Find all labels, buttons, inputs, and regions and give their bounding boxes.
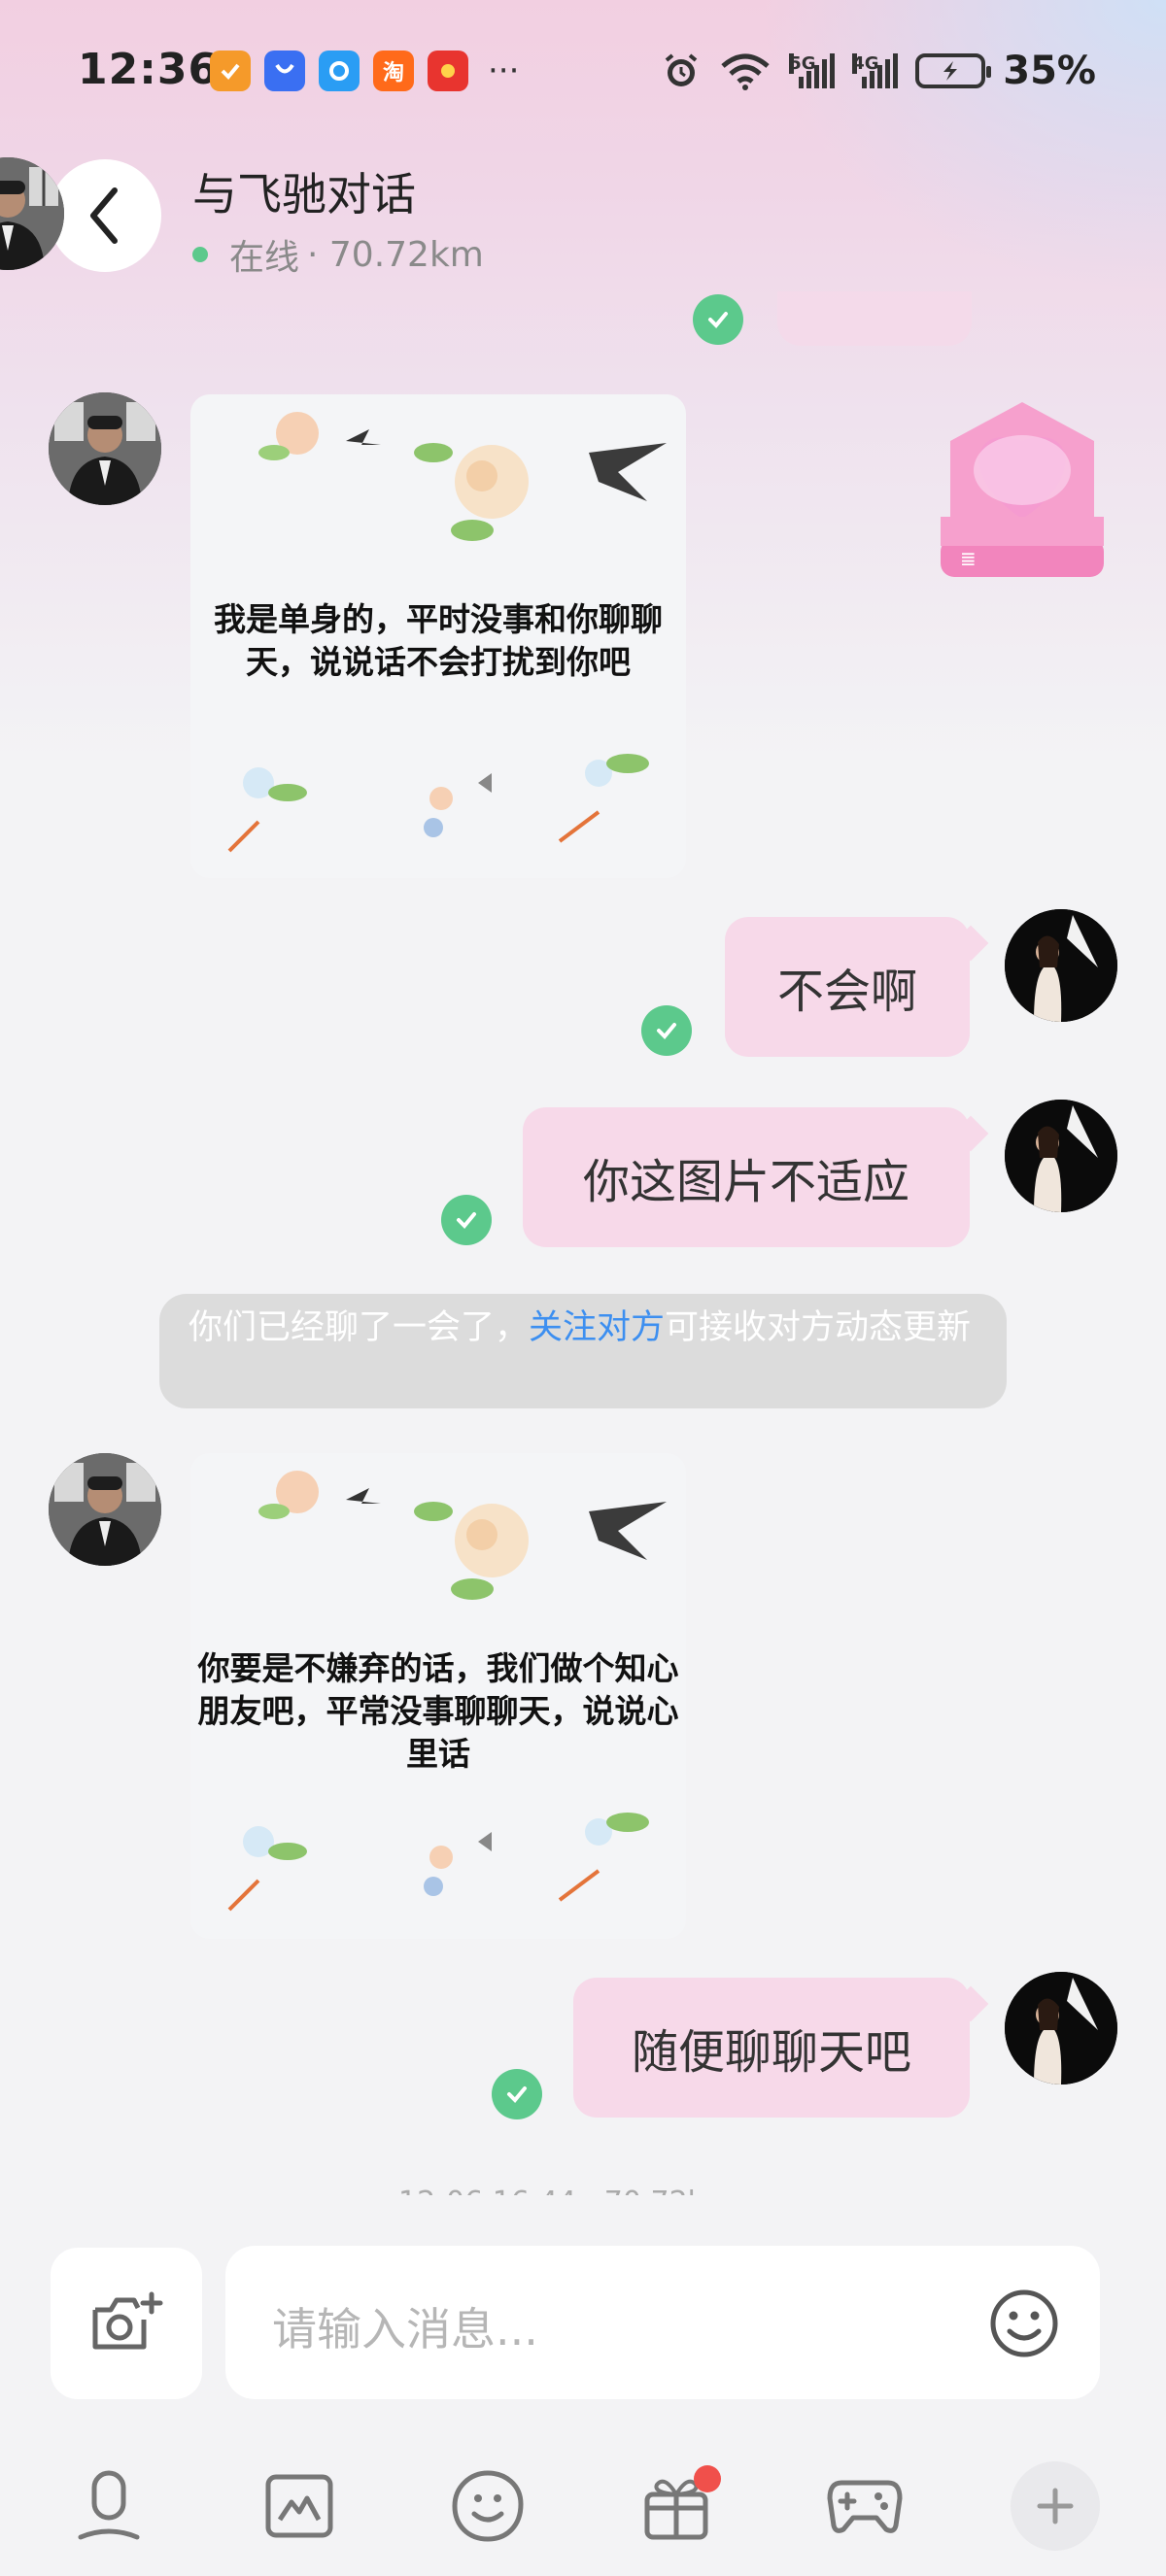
browser-app-icon — [319, 51, 360, 91]
alarm-icon — [665, 53, 698, 86]
status-bar: 12:36 淘 ··· 5G 4G 35% — [0, 0, 1166, 146]
chat-message-list[interactable]: 我是单身的，平时没事和你聊聊天，说说话不会打扰到你吧 ≣ 不会啊 你这图片不适应… — [0, 291, 1166, 2195]
message-text: 不会啊 — [776, 965, 917, 1019]
chevron-left-icon — [90, 187, 118, 244]
battery-icon — [915, 53, 992, 88]
chat-header: 与飞驰对话 在线 · 70.72km — [0, 146, 1166, 291]
gamepad-icon — [827, 2480, 903, 2533]
outgoing-message-bubble[interactable]: 随便聊聊天吧 — [573, 1978, 970, 2118]
sticker-message[interactable]: 我是单身的，平时没事和你聊聊天，说说话不会打扰到你吧 — [190, 394, 686, 878]
online-label: 在线 — [229, 238, 300, 278]
partial-message-bubble — [777, 291, 972, 346]
message-text: 随便聊聊天吧 — [631, 2025, 911, 2080]
gift-box-sticker[interactable]: ≣ — [931, 402, 1114, 596]
notification-app-icons: 淘 ··· — [210, 51, 519, 91]
online-dot-icon — [192, 247, 208, 262]
message-input[interactable]: 请输入消息... — [225, 2246, 1100, 2399]
my-avatar[interactable] — [1005, 1972, 1117, 2085]
read-check-icon — [441, 1195, 492, 1245]
red-app-icon — [428, 51, 468, 91]
message-text: 你这图片不适应 — [582, 1155, 909, 1209]
notice-text-after: 可接收对方动态更新 — [665, 1308, 972, 1347]
camera-icon — [92, 2291, 163, 2350]
read-check-icon — [641, 1005, 692, 1056]
smile-sticker-icon — [452, 2470, 524, 2542]
status-right: 5G 4G 35% — [661, 49, 1096, 93]
camera-button[interactable] — [51, 2248, 202, 2399]
signal-4g-icon: 4G — [852, 53, 899, 88]
follow-suggestion-notice: 你们已经聊了一会了，关注对方可接收对方动态更新 — [159, 1294, 1007, 1408]
sticker-button[interactable] — [449, 2467, 527, 2545]
image-button[interactable] — [260, 2467, 338, 2545]
more-notifications-icon: ··· — [488, 51, 520, 90]
message-input-bar: 请输入消息... — [0, 2224, 1166, 2419]
voice-button[interactable] — [70, 2467, 148, 2545]
message-timestamp: 12-06 16:44 · 70.72km — [398, 2186, 733, 2195]
image-icon — [265, 2474, 333, 2538]
back-button[interactable] — [49, 159, 161, 272]
battery-percent: 35% — [1003, 49, 1096, 93]
plus-icon — [1037, 2488, 1074, 2525]
sender-avatar[interactable] — [49, 392, 161, 505]
online-status: 在线 · 70.72km — [192, 229, 484, 280]
signal-5g-icon: 5G — [789, 53, 836, 88]
bottom-toolbar — [0, 2438, 1166, 2576]
more-actions-button[interactable] — [1011, 2461, 1100, 2551]
taobao-app-icon: 淘 — [373, 51, 414, 91]
notification-dot — [694, 2465, 721, 2492]
emoji-icon[interactable] — [989, 2288, 1059, 2358]
chat-title: 与飞驰对话 — [192, 168, 416, 220]
sticker-caption: 你要是不嫌弃的话，我们做个知心朋友吧，平常没事聊聊天，说说心里话 — [197, 1649, 679, 1773]
my-avatar[interactable] — [1005, 1100, 1117, 1212]
sticker-message[interactable]: 你要是不嫌弃的话，我们做个知心朋友吧，平常没事聊聊天，说说心里话 — [190, 1453, 686, 1939]
microphone-icon — [78, 2470, 140, 2540]
read-check-icon — [492, 2069, 542, 2119]
sticker-caption: 我是单身的，平时没事和你聊聊天，说说话不会打扰到你吧 — [214, 600, 663, 681]
read-check-icon — [693, 294, 743, 345]
sender-avatar[interactable] — [49, 1453, 161, 1566]
blue-app-icon — [264, 51, 305, 91]
distance-label: · 70.72km — [307, 234, 484, 275]
message-input-placeholder: 请输入消息... — [272, 2303, 538, 2356]
status-time: 12:36 — [78, 45, 220, 94]
wifi-icon — [721, 53, 770, 90]
game-button[interactable] — [826, 2467, 904, 2545]
notice-text: 你们已经聊了一会了， — [189, 1308, 530, 1347]
gift-button[interactable] — [637, 2465, 721, 2545]
orange-app-icon — [210, 51, 251, 91]
outgoing-message-bubble[interactable]: 不会啊 — [725, 917, 970, 1057]
my-avatar[interactable] — [1005, 909, 1117, 1022]
svg-text:≣: ≣ — [960, 547, 977, 570]
outgoing-message-bubble[interactable]: 你这图片不适应 — [523, 1107, 970, 1247]
heart-gift-icon: ≣ — [941, 402, 1104, 577]
follow-link[interactable]: 关注对方 — [529, 1308, 665, 1347]
contact-avatar[interactable] — [0, 157, 64, 270]
